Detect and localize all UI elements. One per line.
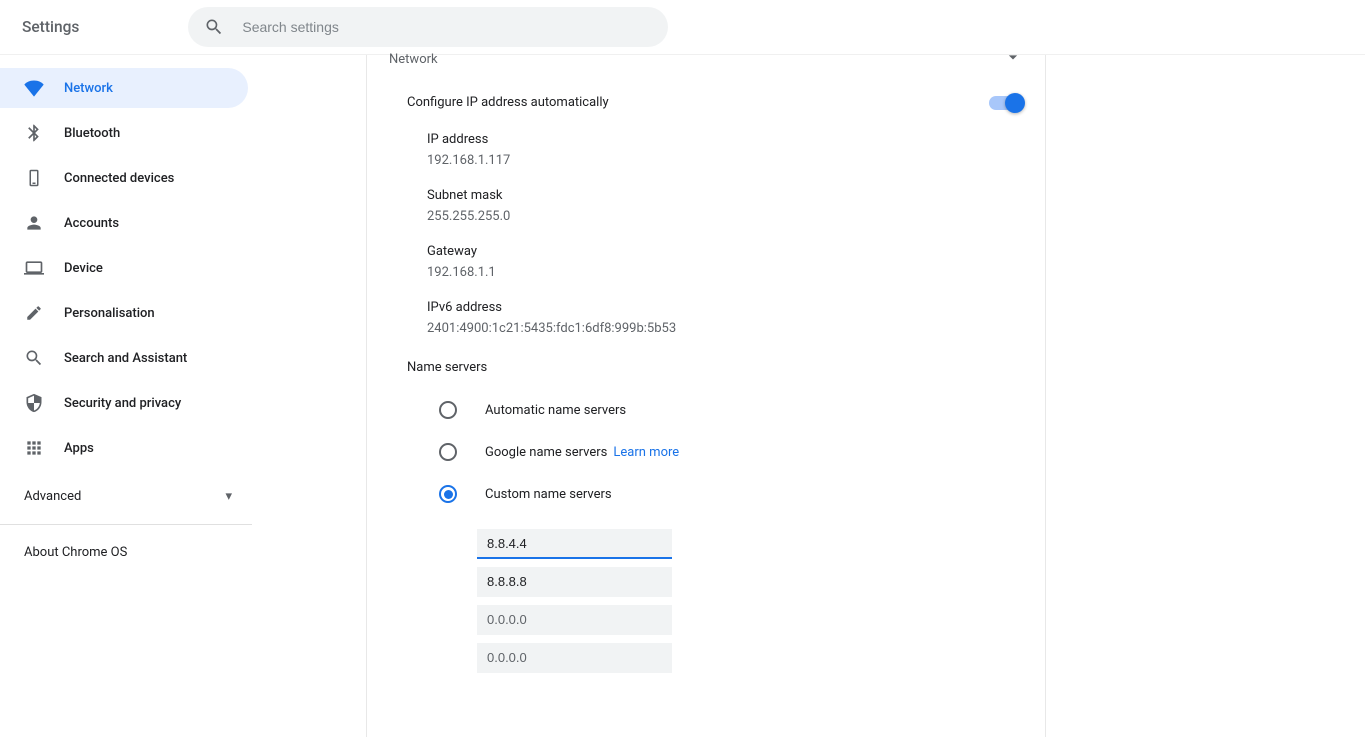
- person-icon: [24, 213, 44, 233]
- dns-row-1: [367, 563, 1045, 601]
- network-section-header[interactable]: Network: [367, 45, 1045, 73]
- settings-title: Settings: [16, 18, 79, 36]
- search-icon: [204, 17, 224, 37]
- ipv6-label: IPv6 address: [427, 300, 1023, 315]
- radio-icon: [439, 401, 457, 419]
- sidebar-item-bluetooth[interactable]: Bluetooth: [0, 113, 248, 153]
- sidebar-item-connected-devices[interactable]: Connected devices: [0, 158, 248, 198]
- sidebar-advanced[interactable]: Advanced ▾: [0, 476, 252, 516]
- dns-input-3[interactable]: [477, 643, 672, 673]
- sidebar-item-network[interactable]: Network: [0, 68, 248, 108]
- subnet-mask-label: Subnet mask: [427, 188, 1023, 203]
- pencil-icon: [24, 303, 44, 323]
- sidebar-item-apps[interactable]: Apps: [0, 428, 248, 468]
- ns-google-radio[interactable]: Google name servers Learn more: [367, 431, 1045, 473]
- search-input[interactable]: [242, 19, 652, 35]
- sidebar-item-label: Security and privacy: [64, 396, 181, 411]
- ns-automatic-radio[interactable]: Automatic name servers: [367, 389, 1045, 431]
- ip-address-label: IP address: [427, 132, 1023, 147]
- sidebar-item-label: Search and Assistant: [64, 351, 187, 366]
- sidebar-item-label: Bluetooth: [64, 126, 120, 141]
- dns-row-3: [367, 639, 1045, 677]
- configure-ip-auto-label: Configure IP address automatically: [407, 95, 609, 110]
- sidebar-item-label: Network: [64, 81, 113, 96]
- dns-input-1[interactable]: [477, 567, 672, 597]
- search-box[interactable]: [188, 7, 668, 47]
- dns-input-0[interactable]: [477, 529, 672, 559]
- ns-custom-radio[interactable]: Custom name servers: [367, 473, 1045, 515]
- gateway-row: Gateway 192.168.1.1: [367, 234, 1045, 290]
- network-panel: Network Configure IP address automatical…: [366, 55, 1046, 737]
- bluetooth-icon: [24, 123, 44, 143]
- gateway-value: 192.168.1.1: [427, 265, 1023, 280]
- dns-row-0: [367, 525, 1045, 563]
- configure-ip-auto-row: Configure IP address automatically: [367, 83, 1045, 122]
- sidebar-item-device[interactable]: Device: [0, 248, 248, 288]
- caret-down-icon: ▾: [225, 489, 232, 504]
- ip-address-row: IP address 192.168.1.117: [367, 122, 1045, 178]
- apps-icon: [24, 438, 44, 458]
- ns-custom-label: Custom name servers: [485, 487, 612, 502]
- sidebar-item-label: Apps: [64, 441, 94, 456]
- ipv6-row: IPv6 address 2401:4900:1c21:5435:fdc1:6d…: [367, 290, 1045, 346]
- sidebar-item-label: Personalisation: [64, 306, 155, 321]
- layout: Network Bluetooth Connected devices Acco…: [0, 55, 1365, 737]
- shield-icon: [24, 393, 44, 413]
- dns-row-2: [367, 601, 1045, 639]
- ipv6-value: 2401:4900:1c21:5435:fdc1:6df8:999b:5b53: [427, 321, 1023, 336]
- gateway-label: Gateway: [427, 244, 1023, 259]
- phone-icon: [24, 168, 44, 188]
- wifi-icon: [24, 78, 44, 98]
- chevron-down-icon[interactable]: [1003, 47, 1023, 71]
- main: Network Configure IP address automatical…: [252, 55, 1365, 737]
- sidebar-item-security[interactable]: Security and privacy: [0, 383, 248, 423]
- sidebar-about[interactable]: About Chrome OS: [0, 533, 252, 572]
- sidebar-item-personalisation[interactable]: Personalisation: [0, 293, 248, 333]
- network-header-label: Network: [389, 52, 438, 67]
- divider: [0, 524, 252, 525]
- name-servers-title: Name servers: [367, 346, 1045, 389]
- configure-ip-auto-toggle[interactable]: [989, 96, 1023, 110]
- dns-input-2[interactable]: [477, 605, 672, 635]
- sidebar-item-label: Connected devices: [64, 171, 174, 186]
- sidebar-item-label: Device: [64, 261, 103, 276]
- radio-icon: [439, 443, 457, 461]
- subnet-mask-row: Subnet mask 255.255.255.0: [367, 178, 1045, 234]
- search-wrap: [188, 7, 668, 47]
- advanced-label: Advanced: [24, 489, 81, 504]
- sidebar: Network Bluetooth Connected devices Acco…: [0, 55, 252, 737]
- subnet-mask-value: 255.255.255.0: [427, 209, 1023, 224]
- ns-google-label: Google name servers: [485, 445, 607, 460]
- ns-automatic-label: Automatic name servers: [485, 403, 626, 418]
- laptop-icon: [24, 258, 44, 278]
- sidebar-item-label: Accounts: [64, 216, 119, 231]
- learn-more-link[interactable]: Learn more: [613, 445, 679, 460]
- radio-icon: [439, 485, 457, 503]
- sidebar-item-search-assistant[interactable]: Search and Assistant: [0, 338, 248, 378]
- ip-address-value: 192.168.1.117: [427, 153, 1023, 168]
- search-icon: [24, 348, 44, 368]
- sidebar-item-accounts[interactable]: Accounts: [0, 203, 248, 243]
